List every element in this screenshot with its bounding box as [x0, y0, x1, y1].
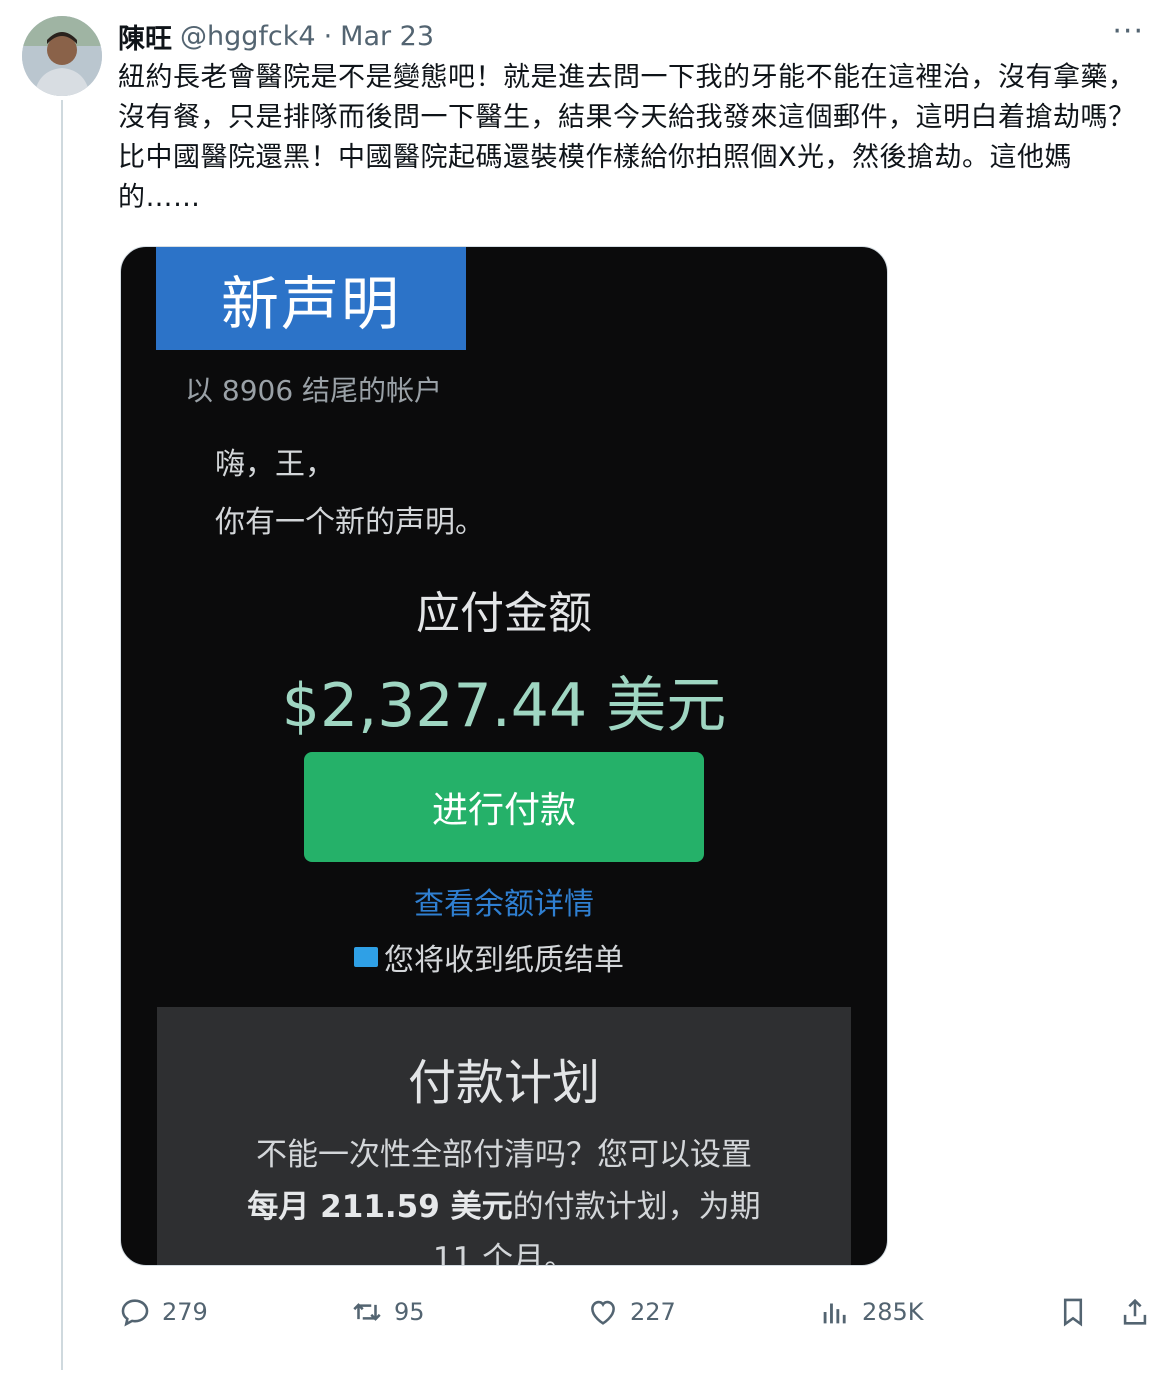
payment-plan-body: 不能一次性全部付清吗？您可以设置 每月 211.59 美元的付款计划，为期 11… [157, 1129, 851, 1266]
author-handle[interactable]: @hggfck4 [180, 21, 316, 52]
views-chart-icon [823, 1303, 846, 1324]
heart-icon [591, 1300, 615, 1325]
tweet-text: 紐約長老會醫院是不是變態吧！就是進去問一下我的牙能不能在這裡治，沒有拿藥，沒有餐… [118, 62, 1136, 213]
views-button[interactable]: 285K [818, 1290, 924, 1334]
share-button[interactable] [1118, 1290, 1152, 1334]
greeting: 嗨，王， [215, 447, 335, 482]
tweet-date[interactable]: Mar 23 [340, 21, 434, 52]
separator-dot: · [323, 20, 333, 52]
plan-line-1: 不能一次性全部付清吗？您可以设置 [256, 1137, 752, 1173]
like-button[interactable]: 227 [586, 1290, 676, 1334]
tweet-media-image[interactable]: 新声明 以 8906 结尾的帐户 嗨，王， 你有一个新的声明。 应付金额 $2,… [120, 246, 888, 1266]
repost-count: 95 [394, 1298, 425, 1326]
paper-notice-text: 您将收到纸质结单 [384, 943, 624, 978]
author-name[interactable]: 陳旺 [118, 17, 172, 56]
payment-plan-section: 付款计划 不能一次性全部付清吗？您可以设置 每月 211.59 美元的付款计划，… [157, 1007, 851, 1266]
checkbox-icon [354, 947, 378, 967]
new-statement-text: 你有一个新的声明。 [215, 505, 485, 540]
plan-monthly-amount: 每月 211.59 美元 [247, 1189, 513, 1225]
plan-line-2: 每月 211.59 美元的付款计划，为期 [157, 1181, 851, 1233]
view-count: 285K [862, 1298, 924, 1326]
reply-count: 279 [162, 1298, 208, 1326]
account-label: 以 8906 结尾的帐户 [185, 374, 443, 407]
repost-icon [353, 1303, 381, 1321]
amount-due-value: $2,327.44 美元 [281, 671, 727, 741]
view-balance-link[interactable]: 查看余额详情 [121, 879, 887, 923]
reply-icon [121, 1299, 149, 1327]
reply-button[interactable]: 279 [118, 1290, 208, 1334]
like-count: 227 [630, 1298, 676, 1326]
amount-due-label: 应付金额 [416, 588, 592, 639]
plan-line-2-rest: 的付款计划，为期 [512, 1189, 761, 1225]
share-icon [1123, 1298, 1147, 1325]
avatar[interactable] [22, 16, 102, 96]
thread-line [61, 100, 63, 1370]
statement-banner: 新声明 [156, 247, 466, 350]
bookmark-icon [1063, 1298, 1083, 1327]
repost-button[interactable]: 95 [350, 1290, 425, 1334]
tweet-header: 陳旺 @hggfck4 · Mar 23 [118, 17, 434, 56]
make-payment-button[interactable]: 进行付款 [304, 752, 704, 862]
payment-plan-title: 付款计划 [407, 1055, 600, 1111]
paper-statement-notice: 您将收到纸质结单 [354, 935, 624, 979]
tweet-actions: 279 95 227 285K [118, 1290, 1158, 1334]
bookmark-button[interactable] [1056, 1290, 1090, 1334]
avatar-image [22, 16, 102, 96]
plan-line-3: 11 个月。 [432, 1241, 576, 1266]
more-options-icon[interactable]: ··· [1112, 17, 1144, 47]
